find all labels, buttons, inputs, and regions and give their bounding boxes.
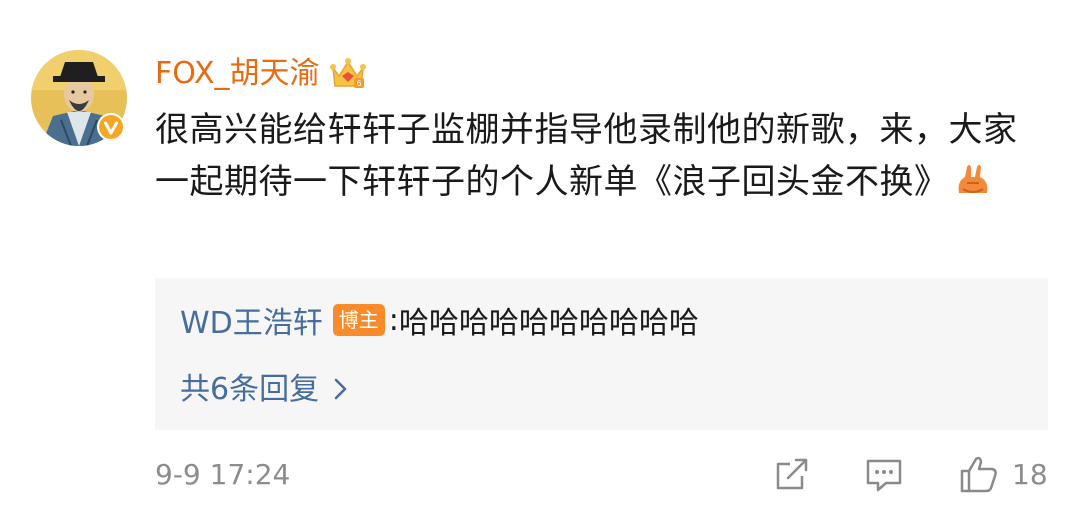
- chevron-right-icon: [333, 374, 349, 400]
- comment-button[interactable]: [864, 452, 904, 496]
- reply-preview[interactable]: WD王浩轩 博主 : 哈哈哈哈哈哈哈哈哈哈 共6条回复: [155, 278, 1048, 430]
- svg-text:6: 6: [356, 79, 361, 88]
- verified-badge-icon: [96, 112, 126, 142]
- victory-hands-emoji-icon: [953, 159, 993, 199]
- like-button[interactable]: 18: [958, 452, 1048, 496]
- like-count: 18: [1012, 457, 1048, 491]
- more-replies-link[interactable]: 共6条回复: [180, 364, 349, 408]
- share-button[interactable]: [772, 452, 812, 496]
- crown-icon: 6: [328, 54, 368, 94]
- reply-item[interactable]: WD王浩轩 博主 : 哈哈哈哈哈哈哈哈哈哈: [180, 298, 699, 342]
- comment-text: 很高兴能给轩轩子监棚并指导他录制他的新歌，来，大家一起期待一下轩轩子的个人新单《…: [155, 104, 1045, 208]
- timestamp: 9-9 17:24: [155, 458, 291, 491]
- author-badge: 博主: [332, 304, 385, 336]
- thumbs-up-icon: [958, 453, 1000, 495]
- comment-author[interactable]: FOX_胡天渝 6: [155, 52, 368, 96]
- reply-colon: :: [388, 302, 399, 338]
- comment-icon: [864, 454, 904, 494]
- reply-username[interactable]: WD王浩轩: [180, 298, 323, 342]
- comment-body: 很高兴能给轩轩子监棚并指导他录制他的新歌，来，大家一起期待一下轩轩子的个人新单《…: [155, 110, 1018, 202]
- comment-username[interactable]: FOX_胡天渝: [155, 52, 320, 96]
- share-icon: [772, 454, 812, 494]
- more-replies-label[interactable]: 共6条回复: [180, 364, 319, 408]
- reply-text: 哈哈哈哈哈哈哈哈哈哈: [398, 306, 699, 341]
